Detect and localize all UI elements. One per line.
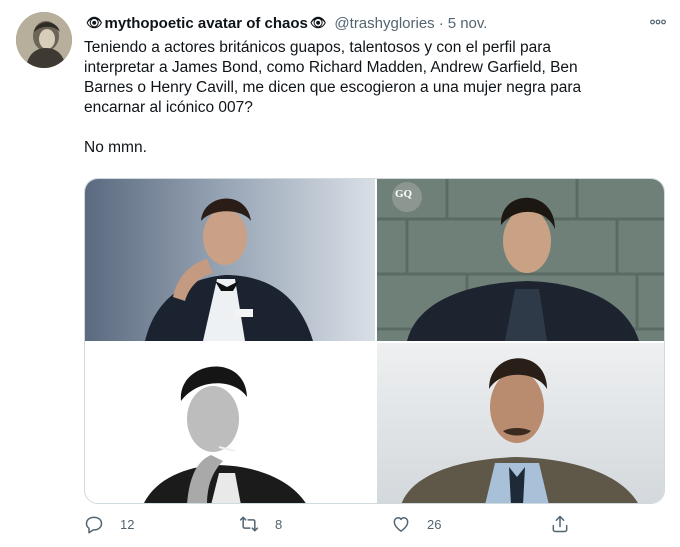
retweet-icon [239, 514, 259, 534]
avatar[interactable] [16, 12, 72, 68]
photo-2[interactable]: GQ [377, 179, 664, 341]
photo-man-in-tuxedo [85, 179, 375, 341]
photo-3[interactable] [85, 343, 375, 503]
reply-icon [84, 514, 104, 534]
tweet-actions: 12 8 26 [84, 514, 670, 540]
heart-icon [391, 514, 411, 534]
eye-emoji-icon: 👁 [309, 15, 327, 30]
tweet[interactable]: 👁 mythopoetic avatar of chaos 👁 @trashyg… [0, 0, 680, 547]
photo-man-mustache-jacket [377, 343, 664, 503]
retweet-count: 8 [275, 516, 283, 532]
reply-count: 12 [120, 516, 135, 532]
photo-man-smoking-bw [85, 343, 375, 503]
eye-emoji-icon: 👁 [86, 15, 103, 30]
media-grid: GQ [84, 178, 665, 504]
separator-dot: · [438, 14, 444, 32]
display-name-text: mythopoetic avatar of chaos [104, 14, 308, 32]
display-name[interactable]: 👁 mythopoetic avatar of chaos 👁 [84, 15, 328, 32]
photo-man-dark-jacket-gq [377, 179, 664, 341]
share-button[interactable] [550, 514, 570, 534]
gq-watermark: GQ [395, 188, 413, 200]
user-handle[interactable]: @trashyglories [334, 15, 434, 32]
photo-1[interactable] [85, 179, 375, 341]
retweet-button[interactable]: 8 [239, 514, 282, 534]
like-button[interactable]: 26 [391, 514, 441, 534]
tweet-text: Teniendo a actores británicos guapos, ta… [84, 39, 582, 156]
reply-button[interactable]: 12 [84, 514, 134, 534]
tweet-date[interactable]: 5 nov. [448, 15, 488, 32]
more-horizontal-icon[interactable] [650, 12, 666, 38]
share-icon [550, 514, 570, 534]
tweet-header: 👁 mythopoetic avatar of chaos 👁 @trashyg… [84, 12, 666, 34]
photo-4[interactable] [377, 343, 664, 503]
like-count: 26 [427, 516, 442, 532]
